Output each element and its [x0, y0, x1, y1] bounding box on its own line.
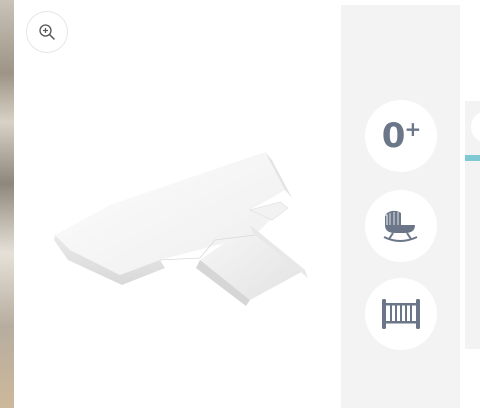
next-card-accent-bar [465, 155, 480, 161]
product-image [54, 152, 308, 306]
feature-badges-panel: 0+ [341, 5, 460, 408]
crib-icon [382, 299, 420, 329]
next-card-badge [471, 111, 480, 143]
crib-badge [365, 278, 437, 350]
age-badge: 0+ [365, 100, 437, 172]
cradle-badge [365, 190, 437, 262]
previous-image-thumbnail[interactable] [0, 0, 14, 408]
next-product-card[interactable] [465, 101, 480, 349]
cradle-icon [383, 210, 418, 242]
zoom-in-icon [39, 24, 55, 40]
zoom-button[interactable] [26, 11, 68, 53]
age-badge-text: 0+ [381, 116, 421, 156]
